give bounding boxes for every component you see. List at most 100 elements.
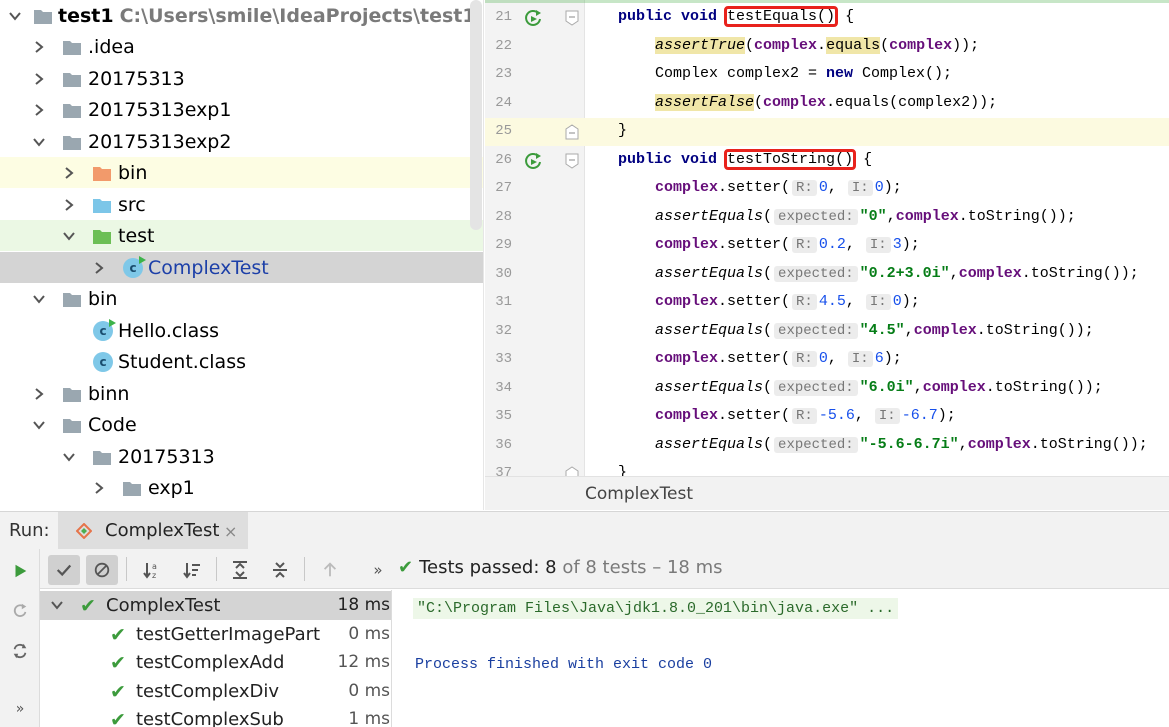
show-ignored-icon[interactable] — [86, 555, 118, 585]
chevron-right-icon[interactable] — [30, 70, 48, 88]
code-line[interactable]: 24 assertFalse(complex.equals(complex2))… — [485, 90, 1169, 118]
tree-item-src[interactable]: src — [0, 189, 483, 220]
code-line[interactable]: 26 public void testToString() { — [485, 147, 1169, 175]
line-number: 36 — [495, 437, 512, 453]
test-duration: 1 ms — [348, 709, 390, 727]
chevron-right-icon[interactable] — [60, 196, 78, 214]
code-line[interactable]: 30 assertEquals(expected: "0.2+3.0i",comp… — [485, 261, 1169, 289]
code-line[interactable]: 37 } — [485, 460, 1169, 476]
tree-item-20175313exp1[interactable]: 20175313exp1 — [0, 94, 483, 125]
line-number: 30 — [495, 266, 512, 282]
project-root-path: C:\Users\smile\IdeaProjects\test1 — [119, 4, 476, 27]
chevron-right-icon[interactable] — [30, 38, 48, 56]
sort-alphabetically-icon[interactable]: az — [136, 555, 168, 585]
chevron-down-icon[interactable] — [50, 598, 64, 612]
tree-item-binn[interactable]: binn — [0, 378, 483, 409]
tree-item-bin[interactable]: bin — [0, 283, 483, 314]
tree-item-test[interactable]: test — [0, 220, 483, 251]
code-line[interactable]: 36 assertEquals(expected: "-5.6-6.7i",com… — [485, 432, 1169, 460]
run-test-icon[interactable] — [523, 8, 543, 28]
show-passed-icon[interactable] — [48, 555, 80, 585]
more-chevrons-icon[interactable]: » — [362, 555, 394, 585]
chevron-down-icon[interactable] — [30, 133, 48, 151]
code-line[interactable]: 34 assertEquals(expected: "6.0i",complex.… — [485, 375, 1169, 403]
tree-item-20175313[interactable]: 20175313 — [0, 63, 483, 94]
code-line[interactable]: 21 public void testEquals() { — [485, 4, 1169, 32]
tree-item-code[interactable]: Code — [0, 409, 483, 440]
test-duration: 18 ms — [337, 595, 390, 615]
console-output[interactable]: "C:\Program Files\Java\jdk1.8.0_201\bin\… — [393, 590, 1169, 727]
fold-icon[interactable] — [565, 466, 579, 476]
expand-all-icon[interactable] — [224, 555, 256, 585]
code-line[interactable]: 33 complex.setter(R: 0, I: 6); — [485, 346, 1169, 374]
source-folder-icon — [93, 199, 111, 213]
previous-failed-icon[interactable] — [314, 555, 346, 585]
code-line[interactable]: 29 complex.setter(R: 0.2, I: 3); — [485, 232, 1169, 260]
tree-item-student-class[interactable]: c Student.class — [0, 346, 483, 377]
code-line[interactable]: 22 assertTrue(complex.equals(complex)); — [485, 33, 1169, 61]
chevron-right-icon[interactable] — [90, 479, 108, 497]
tree-item-hello-class[interactable]: c Hello.class — [0, 315, 483, 346]
tree-item-label: exp1 — [148, 476, 195, 499]
chevron-right-icon[interactable] — [90, 259, 108, 277]
chevron-down-icon[interactable] — [60, 227, 78, 245]
code-line-current[interactable]: 25 } — [485, 118, 1169, 146]
code-line[interactable]: 31 complex.setter(R: 4.5, I: 0); — [485, 289, 1169, 317]
param-hint: R: — [792, 294, 817, 310]
chevron-right-icon[interactable] — [60, 164, 78, 182]
fold-icon[interactable] — [565, 153, 579, 169]
run-tab-label: ComplexTest — [105, 520, 220, 541]
run-side-toolbar: » — [0, 549, 40, 727]
line-number: 34 — [495, 380, 512, 396]
rerun-failed-icon[interactable] — [8, 599, 32, 623]
test-results-tree: ✔ ComplexTest 18 ms ✔ testGetterImagePar… — [40, 590, 392, 727]
code-line[interactable]: 28 assertEquals(expected: "0",complex.toS… — [485, 204, 1169, 232]
tree-item-complextest[interactable]: c ComplexTest — [0, 252, 483, 283]
test-duration: 12 ms — [337, 652, 390, 672]
param-hint: R: — [792, 408, 817, 424]
code-line[interactable]: 23 Complex complex2 = new Complex(); — [485, 61, 1169, 89]
test-row-root[interactable]: ✔ ComplexTest 18 ms — [40, 591, 391, 620]
run-test-icon[interactable] — [523, 151, 543, 171]
chevron-right-icon[interactable] — [30, 101, 48, 119]
close-icon[interactable]: × — [224, 522, 237, 541]
fold-icon[interactable] — [565, 124, 579, 140]
code-editor[interactable]: 21 public void testEquals() { 22 assertT… — [485, 0, 1169, 476]
test-row[interactable]: ✔ testComplexDiv 0 ms — [40, 677, 391, 706]
code-line[interactable]: 35 complex.setter(R: -5.6, I: -6.7); — [485, 403, 1169, 431]
chevron-down-icon[interactable] — [60, 448, 78, 466]
console-exit-message: Process finished with exit code 0 — [415, 656, 713, 673]
collapse-all-icon[interactable] — [264, 555, 296, 585]
editor-breadcrumb[interactable]: ComplexTest — [485, 476, 1169, 510]
tree-item-idea[interactable]: .idea — [0, 31, 483, 62]
code-line[interactable]: 27 complex.setter(R: 0, I: 0); — [485, 175, 1169, 203]
test-row[interactable]: ✔ testGetterImagePart 0 ms — [40, 620, 391, 649]
tree-item-exp1[interactable]: exp1 — [0, 472, 483, 503]
chevron-right-icon[interactable] — [30, 385, 48, 403]
code-line[interactable]: 32 assertEquals(expected: "4.5",complex.t… — [485, 318, 1169, 346]
test-row[interactable]: ✔ testComplexSub 1 ms — [40, 705, 391, 727]
rerun-icon[interactable] — [8, 559, 32, 583]
sort-by-duration-icon[interactable] — [176, 555, 208, 585]
console-command-line[interactable]: "C:\Program Files\Java\jdk1.8.0_201\bin\… — [413, 598, 899, 619]
tree-item-label: bin — [88, 287, 118, 310]
run-tab-complextest[interactable]: ComplexTest × — [58, 512, 248, 550]
tree-item-bin-excluded[interactable]: bin — [0, 157, 483, 188]
more-chevrons-icon[interactable]: » — [8, 697, 32, 721]
fold-icon[interactable] — [565, 10, 579, 26]
test-duration: 0 ms — [348, 624, 390, 644]
tree-item-code-20175313[interactable]: 20175313 — [0, 441, 483, 472]
param-hint: I: — [874, 408, 900, 424]
chevron-down-icon[interactable] — [30, 290, 48, 308]
chevron-down-icon[interactable] — [6, 7, 24, 25]
chevron-down-icon[interactable] — [30, 416, 48, 434]
test-row[interactable]: ✔ testComplexAdd 12 ms — [40, 648, 391, 677]
highlight-box: testEquals() — [724, 6, 839, 27]
test-status: ✔ Tests passed: 8 of 8 tests – 18 ms — [398, 557, 723, 578]
project-scrollbar[interactable] — [470, 0, 482, 230]
tree-item-root[interactable]: test1 C:\Users\smile\IdeaProjects\test1 — [0, 0, 483, 31]
param-hint: R: — [792, 351, 817, 367]
test-name: testComplexDiv — [136, 681, 280, 702]
toggle-auto-test-icon[interactable] — [8, 639, 32, 663]
tree-item-20175313exp2[interactable]: 20175313exp2 — [0, 126, 483, 157]
